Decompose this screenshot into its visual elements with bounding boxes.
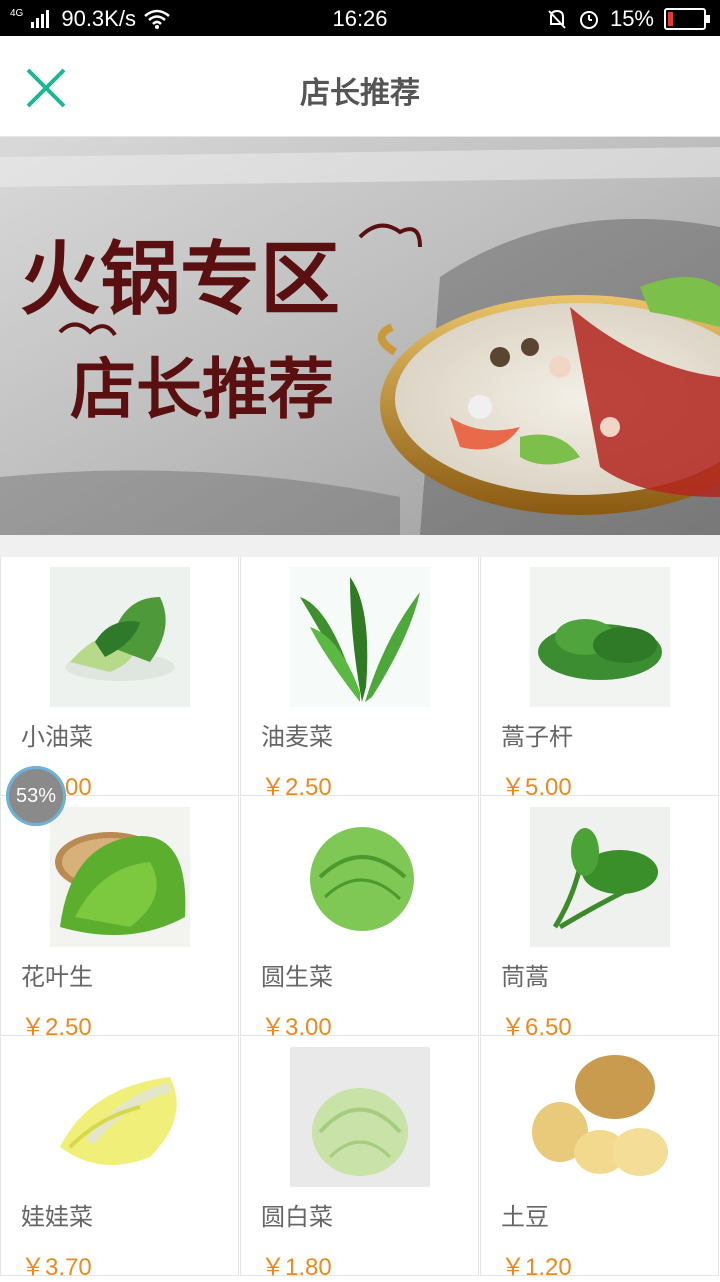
product-card[interactable]: 蒿子杆 ￥5.00	[480, 557, 719, 801]
product-name: 蒿子杆	[501, 723, 573, 751]
hotpot-banner-image: 火锅专区 店长推荐	[0, 137, 720, 535]
product-price: ￥1.20	[501, 1254, 572, 1281]
product-name: 茼蒿	[501, 963, 549, 991]
garland-chrysanthemum-image	[530, 807, 670, 947]
product-name: 圆白菜	[261, 1203, 333, 1231]
leaf-lettuce-image	[50, 807, 190, 947]
napa-cabbage-image	[50, 1047, 190, 1187]
product-name: 花叶生	[21, 963, 93, 991]
product-card[interactable]: 油麦菜 ￥2.50	[240, 557, 479, 801]
mute-bell-icon	[548, 9, 566, 29]
potato-image	[530, 1047, 670, 1187]
product-name: 娃娃菜	[21, 1203, 93, 1231]
crown-daisy-stems-image	[530, 567, 670, 707]
product-card[interactable]: 圆白菜 ￥1.80	[240, 1037, 479, 1281]
product-card[interactable]: 花叶生 ￥2.50	[0, 797, 239, 1041]
promo-banner[interactable]: 火锅专区 店长推荐	[0, 137, 720, 535]
cabbage-image	[290, 1047, 430, 1187]
product-card[interactable]: 圆生菜 ￥3.00	[240, 797, 479, 1041]
alarm-clock-icon	[579, 11, 598, 29]
romaine-lettuce-image	[290, 567, 430, 707]
page-title: 店长推荐	[300, 76, 420, 111]
bok-choy-image	[50, 567, 190, 707]
battery-icon	[664, 8, 710, 30]
product-name: 土豆	[501, 1203, 549, 1231]
product-name: 小油菜	[21, 723, 93, 751]
product-card[interactable]: 土豆 ￥1.20	[480, 1037, 719, 1281]
header: 店长推荐	[0, 36, 720, 137]
product-price: ￥1.80	[261, 1254, 332, 1281]
product-name: 油麦菜	[261, 723, 333, 751]
battery-percent: 15%	[609, 6, 654, 31]
product-price: ￥3.70	[21, 1254, 92, 1281]
product-card[interactable]: 娃娃菜 ￥3.70	[0, 1037, 239, 1281]
banner-title-2: 店长推荐	[70, 351, 334, 428]
product-card[interactable]: 小油菜 ￥3.00	[0, 557, 239, 801]
status-bar: 4G 90.3K/s 16:26 15%	[0, 0, 720, 36]
section-divider	[0, 535, 720, 557]
product-name: 圆生菜	[261, 963, 333, 991]
banner-title-1: 火锅专区	[20, 233, 340, 326]
iceberg-lettuce-image	[290, 807, 430, 947]
floating-progress-badge[interactable]: 53%	[6, 766, 66, 826]
product-card[interactable]: 茼蒿 ￥6.50	[480, 797, 719, 1041]
